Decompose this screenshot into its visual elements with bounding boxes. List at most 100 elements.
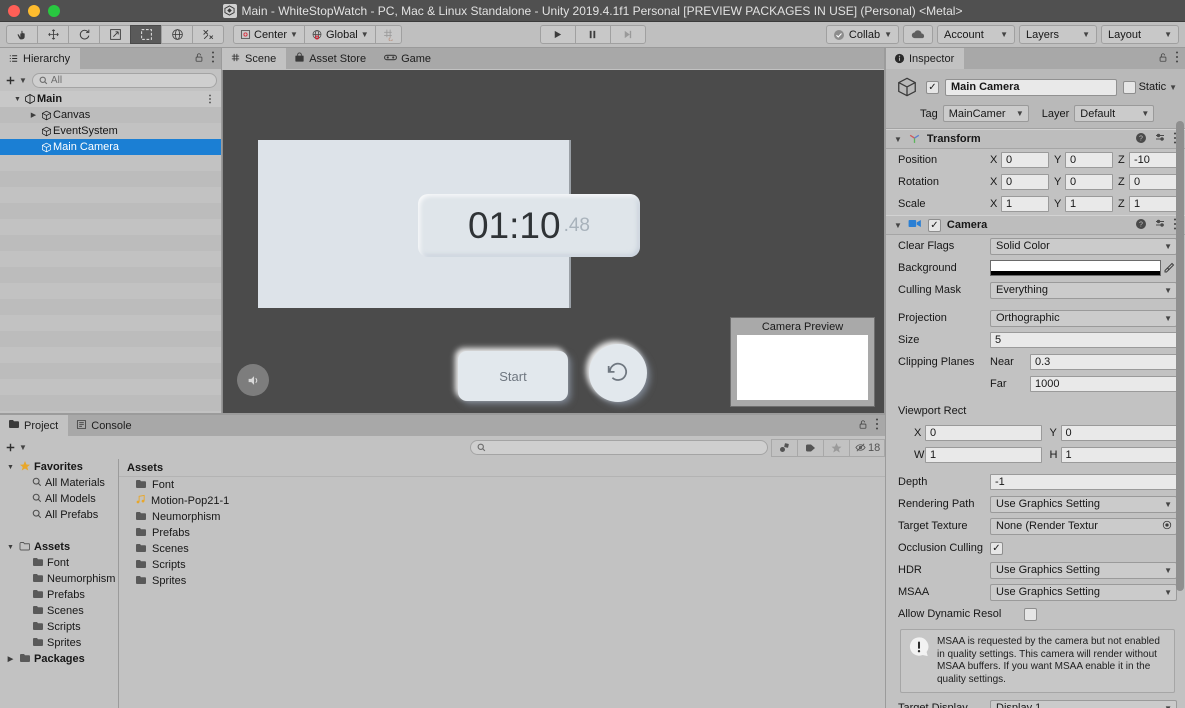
reset-button[interactable] bbox=[589, 344, 647, 402]
project-tree-item-scripts[interactable]: Scripts bbox=[0, 619, 118, 635]
hierarchy-item-main[interactable]: ▼ Main ⋮ bbox=[0, 91, 221, 107]
position-z-field[interactable]: -10 bbox=[1129, 152, 1177, 168]
object-picker-icon[interactable] bbox=[1162, 520, 1172, 533]
kebab-menu-icon[interactable] bbox=[875, 418, 879, 433]
scene-viewport[interactable]: 01:10 .48 Start Thir Camera Preview bbox=[222, 70, 885, 415]
preset-icon[interactable] bbox=[1154, 132, 1166, 147]
project-tree-item-scenes[interactable]: Scenes bbox=[0, 603, 118, 619]
custom-editor-tool[interactable] bbox=[192, 25, 224, 44]
inspector-scrollbar-thumb[interactable] bbox=[1176, 121, 1184, 591]
transform-component-header[interactable]: ▼ Transform ? bbox=[886, 129, 1185, 149]
start-button[interactable]: Start bbox=[458, 351, 568, 401]
rotation-x-field[interactable]: 0 bbox=[1001, 174, 1049, 190]
depth-field[interactable]: -1 bbox=[990, 474, 1177, 490]
foldout-arrow-icon[interactable]: ▶ bbox=[5, 655, 16, 663]
camera-enabled-checkbox[interactable]: ✓ bbox=[927, 218, 941, 232]
kebab-menu-icon[interactable] bbox=[1175, 51, 1179, 66]
transform-tool[interactable] bbox=[161, 25, 193, 44]
near-field[interactable]: 0.3 bbox=[1030, 354, 1177, 370]
project-tree-item-all-models[interactable]: All Models bbox=[0, 491, 118, 507]
layers-button[interactable]: Layers ▼ bbox=[1019, 25, 1097, 44]
scale-y-field[interactable]: 1 bbox=[1065, 196, 1113, 212]
kebab-menu-icon[interactable]: ⋮ bbox=[205, 94, 215, 105]
asset-item-font[interactable]: Font bbox=[119, 477, 885, 493]
asset-item-scripts[interactable]: Scripts bbox=[119, 557, 885, 573]
account-button[interactable]: Account ▼ bbox=[937, 25, 1015, 44]
window-controls[interactable] bbox=[8, 0, 60, 22]
hierarchy-search-input[interactable]: All bbox=[31, 72, 217, 88]
foldout-arrow-icon[interactable]: ▼ bbox=[894, 135, 902, 144]
collab-button[interactable]: Collab ▼ bbox=[825, 25, 899, 44]
viewport-y-field[interactable]: 0 bbox=[1060, 425, 1177, 441]
far-field[interactable]: 1000 bbox=[1030, 376, 1177, 392]
asset-item-scenes[interactable]: Scenes bbox=[119, 541, 885, 557]
hierarchy-add-button[interactable]: ▼ bbox=[4, 74, 27, 87]
rect-tool[interactable] bbox=[130, 25, 162, 44]
close-button[interactable] bbox=[8, 5, 20, 17]
rendering-path-dropdown[interactable]: Use Graphics Setting ▼ bbox=[990, 495, 1177, 513]
grid-snap-icon[interactable] bbox=[374, 25, 402, 44]
tag-dropdown[interactable]: MainCamer ▼ bbox=[942, 105, 1029, 122]
label-filter-icon[interactable] bbox=[797, 438, 824, 457]
project-tree-item-favorites[interactable]: ▼ Favorites bbox=[0, 459, 118, 475]
scale-tool[interactable] bbox=[99, 25, 131, 44]
eyedropper-icon[interactable] bbox=[1161, 262, 1177, 274]
lock-icon[interactable] bbox=[858, 419, 868, 433]
pivot-mode-button[interactable]: Center ▼ bbox=[233, 25, 305, 44]
rotation-y-field[interactable]: 0 bbox=[1065, 174, 1113, 190]
msaa-dropdown[interactable]: Use Graphics Setting ▼ bbox=[990, 583, 1177, 601]
help-icon[interactable]: ? bbox=[1135, 218, 1147, 233]
project-horizontal-scrollbar[interactable] bbox=[239, 696, 996, 703]
tab-scene[interactable]: Scene bbox=[222, 48, 287, 69]
viewport-h-field[interactable]: 1 bbox=[1060, 447, 1177, 463]
foldout-arrow-icon[interactable]: ▶ bbox=[28, 111, 39, 119]
project-tree-item-prefabs[interactable]: Prefabs bbox=[0, 587, 118, 603]
kebab-menu-icon[interactable] bbox=[211, 51, 215, 66]
clear-flags-dropdown[interactable]: Solid Color ▼ bbox=[990, 237, 1177, 255]
layout-button[interactable]: Layout ▼ bbox=[1101, 25, 1179, 44]
rotation-z-field[interactable]: 0 bbox=[1129, 174, 1177, 190]
help-icon[interactable]: ? bbox=[1135, 132, 1147, 147]
projection-dropdown[interactable]: Orthographic ▼ bbox=[990, 309, 1177, 327]
hierarchy-item-main-camera[interactable]: Main Camera bbox=[0, 139, 221, 155]
asset-item-neumorphism[interactable]: Neumorphism bbox=[119, 509, 885, 525]
hand-tool[interactable] bbox=[6, 25, 38, 44]
hidden-packages-icon[interactable]: 18 bbox=[849, 438, 886, 457]
asset-item-sprites[interactable]: Sprites bbox=[119, 573, 885, 589]
pivot-rotation-button[interactable]: Global ▼ bbox=[303, 25, 376, 44]
culling-mask-dropdown[interactable]: Everything ▼ bbox=[990, 281, 1177, 299]
hierarchy-item-eventsystem[interactable]: EventSystem bbox=[0, 123, 221, 139]
project-tree-item-assets[interactable]: ▼ Assets bbox=[0, 539, 118, 555]
tab-asset-store[interactable]: Asset Store bbox=[286, 48, 377, 69]
project-tree-item-all-materials[interactable]: All Materials bbox=[0, 475, 118, 491]
move-tool[interactable] bbox=[37, 25, 69, 44]
project-tree-item-sprites[interactable]: Sprites bbox=[0, 635, 118, 651]
tab-hierarchy[interactable]: Hierarchy bbox=[0, 48, 81, 69]
lock-icon[interactable] bbox=[194, 52, 204, 66]
layer-dropdown[interactable]: Default ▼ bbox=[1074, 105, 1155, 122]
size-field[interactable]: 5 bbox=[990, 332, 1177, 348]
project-search-input[interactable] bbox=[470, 440, 768, 455]
background-color-swatch[interactable] bbox=[990, 260, 1161, 276]
cloud-icon[interactable] bbox=[903, 25, 933, 44]
tab-game[interactable]: Game bbox=[376, 48, 442, 69]
minimize-button[interactable] bbox=[28, 5, 40, 17]
foldout-arrow-icon[interactable]: ▼ bbox=[5, 464, 16, 471]
inspector-scrollbar[interactable] bbox=[1176, 93, 1184, 706]
target-texture-field[interactable]: None (Render Textur bbox=[990, 517, 1177, 535]
allow-dynamic-resolution-checkbox[interactable] bbox=[1024, 607, 1037, 621]
hierarchy-item-canvas[interactable]: ▶ Canvas bbox=[0, 107, 221, 123]
step-button[interactable] bbox=[609, 25, 646, 44]
gameobject-name-field[interactable]: Main Camera bbox=[945, 78, 1117, 96]
preset-icon[interactable] bbox=[1154, 218, 1166, 233]
project-tree-item-all-prefabs[interactable]: All Prefabs bbox=[0, 507, 118, 523]
rotate-tool[interactable] bbox=[68, 25, 100, 44]
scale-z-field[interactable]: 1 bbox=[1129, 196, 1177, 212]
favorite-filter-icon[interactable] bbox=[823, 438, 850, 457]
position-y-field[interactable]: 0 bbox=[1065, 152, 1113, 168]
foldout-arrow-icon[interactable]: ▼ bbox=[5, 544, 16, 551]
project-tree-item-neumorphism[interactable]: Neumorphism bbox=[0, 571, 118, 587]
move-handle-icon[interactable] bbox=[237, 364, 269, 396]
tab-project[interactable]: Project bbox=[0, 415, 69, 436]
tab-inspector[interactable]: Inspector bbox=[886, 48, 965, 69]
